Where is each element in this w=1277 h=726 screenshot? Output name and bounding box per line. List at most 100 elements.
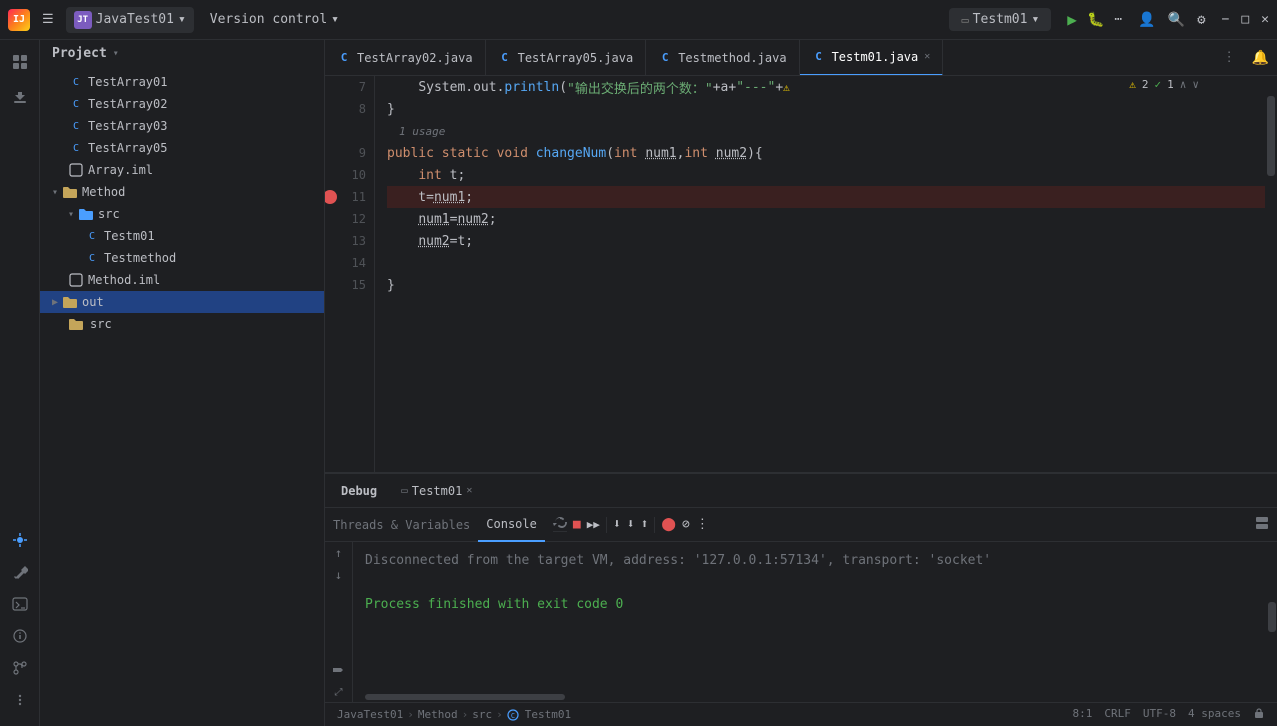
tree-item-testarray05[interactable]: C TestArray05 [40, 137, 324, 159]
editor-scrollbar[interactable] [1265, 76, 1277, 472]
console-toolbar: ■ ▶▶ ⬇ ⬇ ⬆ ⬤ ⊘ ⋮ [553, 517, 709, 533]
version-control-button[interactable]: Version control ▾ [202, 8, 347, 31]
close-button[interactable]: ✕ [1261, 12, 1269, 27]
soft-wrap-button[interactable] [332, 661, 346, 675]
toolbar-mute-button[interactable]: ⬤ [661, 517, 676, 532]
code-line-11: t=num1; [387, 186, 1265, 208]
tab-more-button[interactable]: ⋮ [1215, 50, 1244, 65]
sidebar-info-icon[interactable] [6, 622, 34, 650]
tree-item-testarray01[interactable]: C TestArray01 [40, 71, 324, 93]
console-vertical-scrollbar[interactable] [1267, 542, 1277, 702]
toolbar-more-button[interactable]: ⋮ [696, 517, 709, 532]
toolbar-stepout-button[interactable]: ⬆ [641, 517, 649, 532]
tree-item-method[interactable]: ▾ Method [40, 181, 324, 203]
tree-item-out[interactable]: ▶ out [40, 291, 324, 313]
tree-item-label: src [90, 317, 112, 331]
more-button[interactable]: ⋯ [1114, 12, 1122, 27]
debug-button[interactable]: 🐛 [1087, 12, 1104, 28]
toolbar-stepover-button[interactable]: ⬇ [613, 517, 621, 532]
tree-item-method-iml[interactable]: Method.iml [40, 269, 324, 291]
breadcrumb-testm01[interactable]: Testm01 [525, 708, 571, 721]
bottom-run-config-tab[interactable]: ▭ Testm01 ✕ [393, 474, 480, 508]
run-button[interactable]: ▶ [1067, 10, 1077, 29]
scroll-up-button[interactable]: ↑ [335, 546, 342, 560]
bottom-close-icon[interactable]: ✕ [466, 485, 472, 496]
folder-icon [62, 294, 78, 310]
tree-item-testarray03[interactable]: C TestArray03 [40, 115, 324, 137]
tab-close-button[interactable]: ✕ [924, 51, 930, 62]
expand-icon[interactable]: ⤢ [335, 687, 343, 698]
toolbar-resume-button[interactable]: ▶▶ [587, 518, 600, 531]
settings-icon[interactable]: ⚙ [1197, 12, 1205, 28]
project-avatar: JT [74, 11, 92, 29]
menu-button[interactable]: ☰ [38, 8, 58, 31]
tab-testarray02[interactable]: C TestArray02.java [325, 40, 486, 76]
tab-console[interactable]: Console [478, 508, 545, 542]
sidebar-tool-icon[interactable] [6, 558, 34, 586]
breadcrumb-javatest01[interactable]: JavaTest01 [337, 708, 403, 721]
sidebar-terminal-icon[interactable] [6, 590, 34, 618]
tree-item-label: TestArray01 [88, 75, 167, 89]
tab-threads-variables[interactable]: Threads & Variables [325, 508, 478, 542]
error-hints-bar: ⚠ 2 ✓ 1 ∧ ∨ [1123, 76, 1205, 93]
file-icon-small: C [507, 709, 519, 721]
out-chevron-icon: ▶ [52, 297, 58, 308]
nav-down-icon[interactable]: ∨ [1192, 78, 1199, 91]
project-header: Project ▾ [40, 40, 324, 67]
layout-button[interactable] [1255, 516, 1277, 534]
console-content-area: Disconnected from the target VM, address… [353, 542, 1267, 702]
search-icon[interactable]: 🔍 [1168, 12, 1185, 28]
tree-item-testm01[interactable]: C Testm01 [40, 225, 324, 247]
line-ending[interactable]: CRLF [1104, 707, 1131, 722]
cursor-position[interactable]: 8:1 [1073, 707, 1093, 722]
profile-icon[interactable]: 👤 [1138, 12, 1155, 28]
toolbar-stepinto-button[interactable]: ⬇ [627, 517, 635, 532]
tree-item-src[interactable]: ▾ src [40, 203, 324, 225]
code-content[interactable]: ⚠ 2 ✓ 1 ∧ ∨ System.out.println("输出交换后的两个… [375, 76, 1265, 472]
kw-system [387, 80, 418, 95]
sidebar-plugins-icon[interactable] [6, 84, 34, 112]
project-header-chevron-icon: ▾ [113, 48, 119, 59]
line-number-14: 14 [325, 252, 374, 274]
toolbar-clear-button[interactable]: ⊘ [682, 517, 690, 532]
run-config-monitor-icon: ▭ [961, 13, 968, 27]
tree-item-array-iml[interactable]: Array.iml [40, 159, 324, 181]
tree-item-testmethod[interactable]: C Testmethod [40, 247, 324, 269]
sidebar-more-icon[interactable] [6, 686, 34, 714]
nav-up-icon[interactable]: ∧ [1180, 78, 1187, 91]
toolbar-stop-button[interactable]: ■ [573, 517, 581, 532]
indent-setting[interactable]: 4 spaces [1188, 707, 1241, 722]
project-panel: Project ▾ C TestArray01 C TestArray02 C … [40, 40, 325, 726]
run-config-selector[interactable]: ▭ Testm01 ▾ [949, 8, 1051, 31]
sidebar-debug-icon[interactable] [6, 526, 34, 554]
warning-icon: ⚠ [1129, 78, 1136, 91]
tab-label: TestArray02.java [357, 51, 473, 65]
toolbar-rerun-button[interactable] [553, 517, 567, 532]
encoding[interactable]: UTF-8 [1143, 707, 1176, 722]
line-number-12: 12 [325, 208, 374, 230]
project-switcher[interactable]: JT JavaTest01 ▾ [66, 7, 194, 33]
tab-testarray05[interactable]: C TestArray05.java [486, 40, 647, 76]
notifications-button[interactable]: 🔔 [1244, 50, 1277, 66]
maximize-button[interactable]: □ [1241, 12, 1249, 27]
tree-item-testarray02[interactable]: C TestArray02 [40, 93, 324, 115]
line-number-15: 15 [325, 274, 374, 296]
sidebar-git-icon[interactable] [6, 654, 34, 682]
tab-testmethod[interactable]: C Testmethod.java [646, 40, 799, 76]
usage-hint[interactable]: 1 usage [399, 125, 445, 138]
breadcrumb-method[interactable]: Method [418, 708, 458, 721]
tree-item-label: src [98, 207, 120, 221]
line-number-gutter: 7 8 9 10 11 12 13 14 15 [325, 76, 375, 472]
tab-testm01[interactable]: C Testm01.java ✕ [800, 40, 944, 76]
breadcrumb-src[interactable]: src [472, 708, 492, 721]
minimize-button[interactable]: − [1222, 12, 1230, 27]
scroll-down-button[interactable]: ↓ [335, 568, 342, 582]
error-count: 2 [1142, 78, 1149, 91]
console-horizontal-scrollbar[interactable] [353, 692, 1267, 702]
tree-item-src2[interactable]: src [40, 313, 324, 335]
console-tab-bar: Threads & Variables Console ■ ▶▶ ⬇ ⬇ ⬆ [325, 508, 1277, 542]
method-chevron-icon: ▾ [52, 187, 58, 198]
usage-hint-row[interactable]: 1 usage [387, 120, 1265, 142]
bottom-tab-debug[interactable]: Debug [333, 474, 385, 508]
sidebar-project-icon[interactable] [6, 48, 34, 76]
